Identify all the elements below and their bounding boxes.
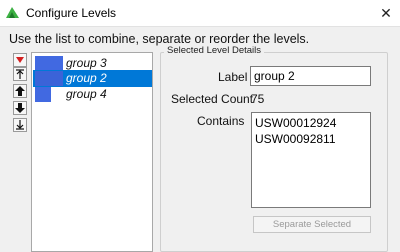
move-to-top-button[interactable] — [13, 67, 27, 81]
red-triangle-menu-button[interactable] — [13, 53, 27, 67]
level-item-selected[interactable]: group 2 — [33, 70, 152, 87]
level-label: group 3 — [66, 56, 107, 70]
move-down-icon — [15, 103, 25, 113]
label-input[interactable] — [250, 66, 371, 86]
level-swatch — [35, 71, 63, 86]
move-up-button[interactable] — [13, 84, 27, 98]
window-title: Configure Levels — [26, 6, 117, 20]
level-label: group 4 — [66, 87, 107, 101]
level-swatch — [35, 87, 51, 102]
move-to-bottom-button[interactable] — [13, 118, 27, 132]
move-to-top-icon — [16, 69, 24, 79]
levels-list[interactable]: group 3 group 2 group 4 — [31, 52, 153, 252]
selected-count-caption: Selected Count — [171, 92, 254, 106]
level-swatch — [35, 56, 63, 71]
app-icon — [6, 7, 19, 18]
title-bar: Configure Levels ✕ — [0, 0, 400, 27]
move-to-bottom-icon — [16, 120, 24, 130]
close-button[interactable]: ✕ — [375, 3, 397, 23]
level-label: group 2 — [66, 71, 107, 85]
contains-caption: Contains — [197, 114, 245, 128]
move-down-button[interactable] — [13, 101, 27, 115]
separate-selected-button[interactable]: Separate Selected — [253, 216, 371, 233]
move-up-icon — [15, 86, 25, 96]
contains-item[interactable]: USW00092811 — [255, 132, 336, 146]
level-item[interactable]: group 4 — [33, 86, 152, 103]
red-triangle-menu-icon — [16, 57, 24, 63]
label-caption: Label — [218, 70, 248, 84]
group-legend: Selected Level Details — [164, 45, 264, 56]
instruction-text: Use the list to combine, separate or reo… — [9, 32, 310, 46]
selected-count-value: 75 — [251, 92, 265, 106]
contains-list[interactable]: USW00012924 USW00092811 — [251, 112, 371, 208]
contains-item[interactable]: USW00012924 — [255, 116, 336, 130]
